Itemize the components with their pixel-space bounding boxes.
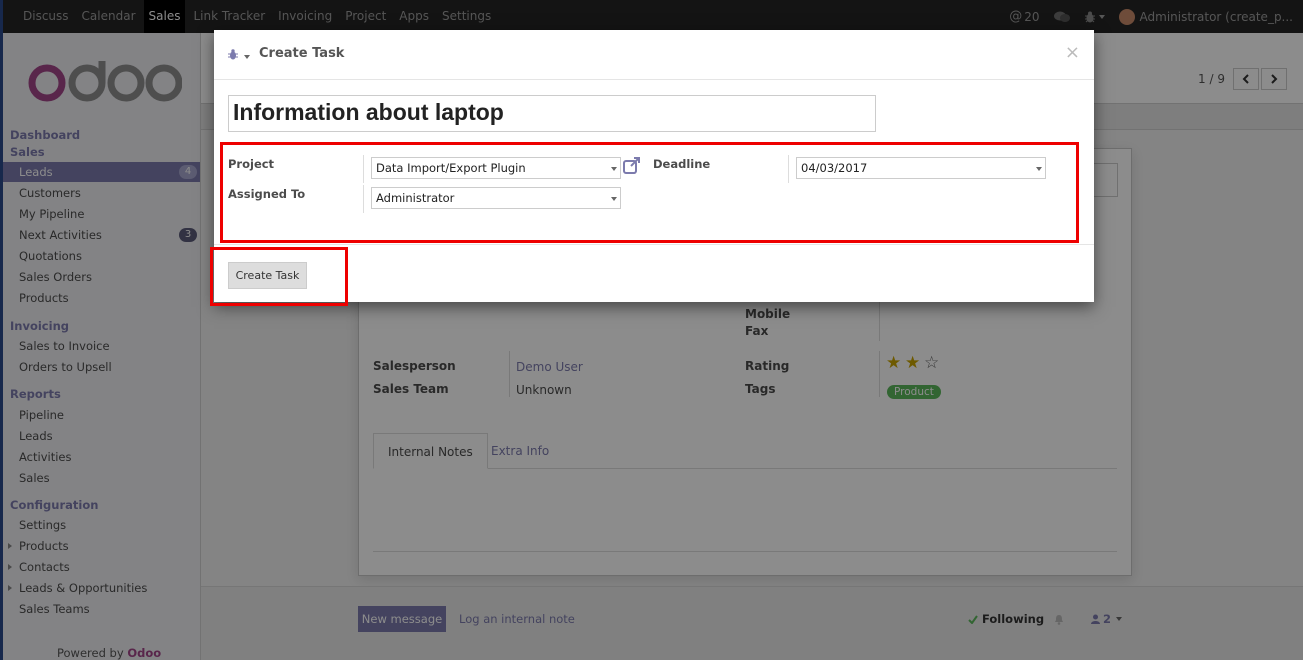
chevron-down-icon[interactable] [244, 55, 250, 59]
dialog-header: Create Task × [214, 30, 1094, 80]
dialog-title: Create Task [259, 46, 345, 61]
close-icon[interactable]: × [1065, 42, 1080, 63]
bug-icon[interactable] [228, 49, 238, 60]
highlight-button-box [210, 247, 348, 306]
task-name-input[interactable]: Information about laptop [228, 95, 876, 132]
highlight-fields-box [220, 142, 1079, 243]
